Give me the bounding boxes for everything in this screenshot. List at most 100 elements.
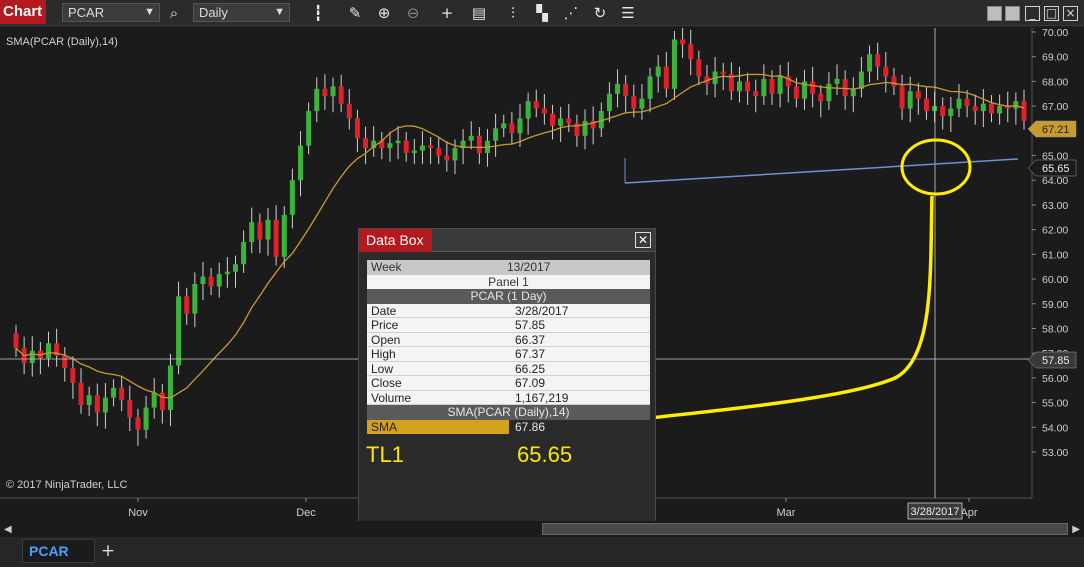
zoom-out-icon[interactable]: ⊖: [403, 3, 423, 23]
candle-down: [964, 98, 970, 107]
y-tick-label: 68.00: [1042, 76, 1068, 88]
candle-up: [216, 274, 222, 287]
candle-up: [265, 219, 271, 240]
candle-down: [159, 392, 165, 410]
candle-down: [354, 118, 360, 139]
candle-up: [86, 395, 92, 406]
maximize-icon[interactable]: □: [1044, 6, 1059, 21]
scrollbar-thumb[interactable]: [542, 523, 1068, 535]
data-row: Open 66.37: [367, 332, 650, 347]
zoom-in-icon[interactable]: ⊕: [374, 3, 394, 23]
list-icon[interactable]: ☰: [618, 3, 638, 23]
data-row: Date 3/28/2017: [367, 303, 650, 318]
tab-bar: PCAR +: [0, 537, 1084, 567]
candle-down: [363, 138, 369, 149]
candle-up: [167, 365, 173, 410]
data-row-value: 66.37: [515, 332, 546, 347]
trendline-price-marker-label: 65.65: [1042, 163, 1070, 175]
indicator-header: SMA(PCAR (Daily),14): [367, 405, 650, 420]
scroll-right-icon[interactable]: ▶: [1072, 524, 1080, 535]
data-box-header[interactable]: Data Box ✕: [359, 229, 655, 252]
candle-down: [663, 66, 669, 89]
candle-up: [501, 123, 507, 129]
candle-down: [257, 222, 263, 240]
y-tick-label: 69.00: [1042, 52, 1068, 64]
candle-up: [647, 76, 653, 99]
y-tick-label: 54.00: [1042, 422, 1068, 434]
data-box-table: Week 13/2017 Panel 1 PCAR (1 Day) Date 3/…: [367, 260, 650, 434]
candle-up: [525, 101, 531, 119]
candle-up: [151, 392, 157, 408]
sma-label: SMA: [367, 419, 509, 434]
candle-up: [411, 150, 417, 154]
candle-up: [493, 128, 499, 141]
candle-up: [241, 242, 247, 265]
scroll-left-icon[interactable]: ◀: [4, 524, 12, 535]
chart-tab[interactable]: Chart: [0, 0, 46, 24]
candle-up: [858, 71, 864, 89]
close-icon[interactable]: ×: [1063, 6, 1078, 21]
y-tick-label: 55.00: [1042, 398, 1068, 410]
candle-up: [582, 120, 588, 136]
candle-up: [850, 88, 856, 97]
data-row: Volume 1,167,219: [367, 390, 650, 405]
add-tab-button[interactable]: +: [99, 541, 117, 561]
sma-price-marker-label: 67.21: [1042, 124, 1070, 136]
strategies-icon[interactable]: ⋰: [561, 3, 581, 23]
indicators-icon[interactable]: ▚: [532, 3, 552, 23]
week-label: Week: [371, 260, 402, 274]
copyright-text: © 2017 NinjaTrader, LLC: [6, 479, 128, 491]
candle-up: [736, 81, 742, 92]
candle-down: [62, 355, 68, 368]
y-tick-label: 64.00: [1042, 175, 1068, 187]
instrument-selector[interactable]: PCAR ▼: [62, 3, 160, 22]
tile-icon[interactable]: [987, 6, 1002, 21]
candle-down: [915, 91, 921, 99]
data-row-label: Close: [371, 376, 402, 390]
candle-up: [176, 296, 182, 366]
y-tick-label: 61.00: [1042, 249, 1068, 261]
interval-selector[interactable]: Daily ▼: [193, 3, 290, 22]
bar-type-icon[interactable]: ┇: [308, 3, 328, 23]
candle-up: [639, 98, 645, 109]
candle-up: [655, 66, 661, 77]
data-rows: Date 3/28/2017 Price 57.85 Open 66.37 High 67.3…: [367, 303, 650, 405]
search-icon[interactable]: ⌕: [164, 3, 184, 23]
candle-down: [631, 96, 637, 109]
candle-down: [78, 382, 84, 406]
chart-panel[interactable]: 70.0069.0068.0067.0066.0065.0064.0063.00…: [0, 28, 1084, 524]
candle-up: [615, 83, 621, 94]
properties-icon[interactable]: ▤: [469, 3, 489, 23]
indicator-label: SMA(PCAR (Daily),14): [6, 36, 118, 48]
data-row: Price 57.85: [367, 318, 650, 333]
candle-up: [980, 103, 986, 112]
data-box-window[interactable]: Data Box ✕ Week 13/2017 Panel 1 PCAR (1 …: [358, 228, 656, 524]
candle-up: [306, 111, 312, 146]
candle-up: [281, 214, 287, 257]
y-tick-label: 60.00: [1042, 274, 1068, 286]
refresh-icon[interactable]: ↻: [590, 3, 610, 23]
data-series-icon[interactable]: ⫶: [503, 3, 523, 23]
candle-up: [249, 222, 255, 242]
data-row-value: 67.09: [515, 376, 546, 390]
minimize-icon[interactable]: _: [1025, 6, 1040, 21]
x-tick-label: Dec: [296, 507, 316, 519]
crosshair-price-marker-label: 57.85: [1042, 355, 1070, 367]
tab-pcar[interactable]: PCAR: [22, 539, 95, 563]
candle-down: [623, 83, 629, 97]
y-tick-label: 59.00: [1042, 299, 1068, 311]
tile-icon[interactable]: [1005, 6, 1020, 21]
candle-down: [428, 145, 434, 149]
crosshair-icon[interactable]: +: [437, 3, 457, 23]
candle-down: [127, 400, 133, 418]
data-row: Low 66.25: [367, 361, 650, 376]
horizontal-scrollbar[interactable]: ◀ ▶: [0, 521, 1084, 537]
candle-down: [891, 76, 897, 87]
candle-up: [907, 91, 913, 109]
candle-down: [988, 103, 994, 114]
close-icon[interactable]: ✕: [635, 232, 651, 248]
data-row-label: Date: [371, 303, 397, 318]
pencil-icon[interactable]: ✎: [345, 3, 365, 23]
y-tick-label: 67.00: [1042, 101, 1068, 113]
candle-down: [720, 71, 726, 74]
